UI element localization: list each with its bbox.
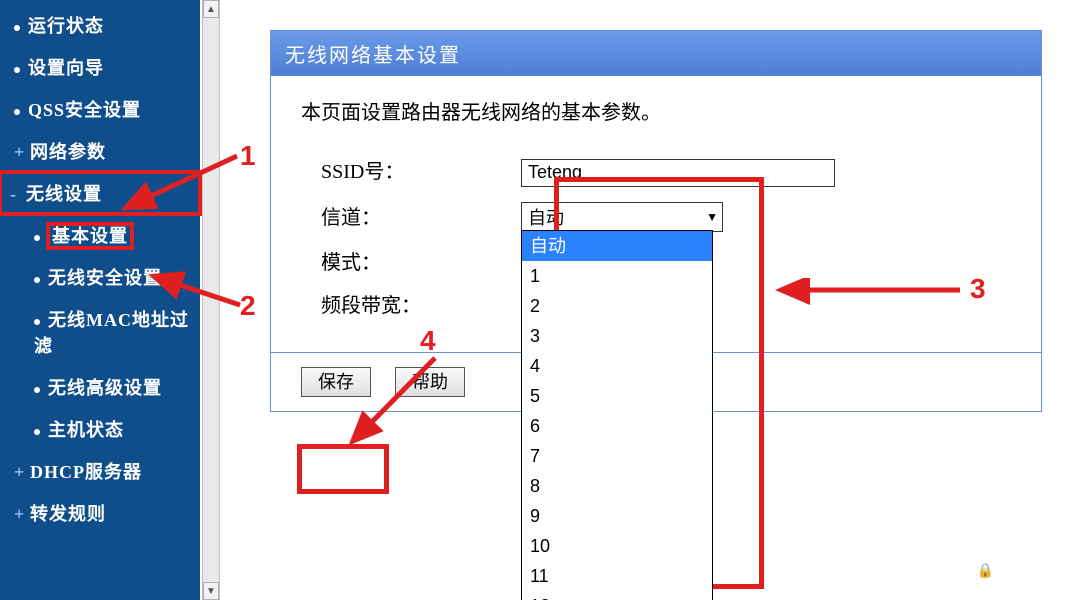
- channel-label: 信道：: [321, 201, 521, 230]
- bullet-icon: [34, 319, 40, 325]
- sidebar-sub-advanced[interactable]: 无线高级设置: [0, 366, 200, 408]
- channel-option-7[interactable]: 7: [522, 441, 712, 471]
- sidebar-scrollbar[interactable]: ▲ ▼: [202, 0, 220, 600]
- sidebar-item-wireless[interactable]: -无线设置: [0, 172, 200, 214]
- channel-option-6[interactable]: 6: [522, 411, 712, 441]
- save-button[interactable]: 保存: [301, 367, 371, 397]
- channel-dropdown-list: 自动 1 2 3 4 5 6 7 8 9 10: [521, 230, 713, 600]
- sidebar-label: 基本设置: [48, 224, 132, 248]
- watermark-text: 路由器: [1007, 550, 1070, 579]
- sidebar-label: 主机状态: [48, 420, 124, 440]
- sidebar-item-status[interactable]: 运行状态: [0, 4, 200, 46]
- channel-option-9[interactable]: 9: [522, 501, 712, 531]
- channel-option-1[interactable]: 1: [522, 261, 712, 291]
- chevron-down-icon: ▼: [706, 210, 718, 224]
- channel-option-11[interactable]: 11: [522, 561, 712, 591]
- sidebar-label: 运行状态: [28, 16, 104, 36]
- channel-option-4[interactable]: 4: [522, 351, 712, 381]
- sidebar-sub-basic[interactable]: 基本设置: [0, 214, 200, 256]
- plus-icon: +: [14, 462, 24, 483]
- bullet-icon: [34, 429, 40, 435]
- sidebar-sub-macfilter[interactable]: 无线MAC地址过滤: [0, 298, 200, 366]
- sidebar-label: DHCP服务器: [30, 462, 142, 482]
- bullet-icon: [14, 25, 20, 31]
- sidebar-item-forward[interactable]: + 转发规则: [0, 492, 200, 534]
- panel-title: 无线网络基本设置: [271, 31, 1041, 76]
- sidebar-label: 无线安全设置: [48, 268, 162, 288]
- bullet-icon: [34, 277, 40, 283]
- sidebar-item-dhcp[interactable]: + DHCP服务器: [0, 450, 200, 492]
- ssid-label: SSID号：: [321, 155, 521, 184]
- bullet-icon: [14, 67, 20, 73]
- plus-icon: +: [14, 504, 24, 525]
- channel-option-2[interactable]: 2: [522, 291, 712, 321]
- channel-option-5[interactable]: 5: [522, 381, 712, 411]
- bullet-icon: [34, 235, 40, 241]
- sidebar-label: 无线MAC地址过滤: [34, 310, 189, 356]
- channel-select[interactable]: 自动 ▼: [521, 202, 723, 232]
- help-button[interactable]: 帮助: [395, 367, 465, 397]
- panel-description: 本页面设置路由器无线网络的基本参数。: [301, 96, 1011, 125]
- watermark-sub: luyouqi.com: [1007, 579, 1070, 590]
- channel-option-auto[interactable]: 自动: [522, 231, 712, 261]
- sidebar-label: 网络参数: [30, 142, 106, 162]
- bullet-icon: [34, 387, 40, 393]
- channel-option-10[interactable]: 10: [522, 531, 712, 561]
- wireless-panel: 无线网络基本设置 本页面设置路由器无线网络的基本参数。 SSID号： 信道： 自…: [270, 30, 1042, 412]
- channel-option-3[interactable]: 3: [522, 321, 712, 351]
- channel-selected-value: 自动: [528, 204, 564, 230]
- channel-option-12[interactable]: 12: [522, 591, 712, 600]
- bandwidth-label: 频段带宽：: [321, 289, 521, 318]
- minus-icon: -: [10, 184, 20, 205]
- mode-label: 模式：: [321, 246, 521, 275]
- scroll-down-icon[interactable]: ▼: [203, 582, 219, 600]
- bullet-icon: [14, 109, 20, 115]
- sidebar-sub-security[interactable]: 无线安全设置: [0, 256, 200, 298]
- channel-option-8[interactable]: 8: [522, 471, 712, 501]
- lock-icon: 🔒: [971, 555, 1001, 585]
- sidebar-label: QSS安全设置: [28, 100, 141, 120]
- sidebar-label: 无线高级设置: [48, 378, 162, 398]
- ssid-input[interactable]: [521, 159, 835, 187]
- sidebar: 运行状态 设置向导 QSS安全设置 + 网络参数 -无线设置 基本设置 无线安全设…: [0, 0, 200, 600]
- sidebar-label: 设置向导: [28, 58, 104, 78]
- sidebar-item-wizard[interactable]: 设置向导: [0, 46, 200, 88]
- sidebar-label: 无线设置: [26, 184, 102, 204]
- watermark: 🔒 路由器 luyouqi.com: [971, 550, 1070, 590]
- sidebar-item-qss[interactable]: QSS安全设置: [0, 88, 200, 130]
- main-area: 无线网络基本设置 本页面设置路由器无线网络的基本参数。 SSID号： 信道： 自…: [220, 0, 1084, 600]
- plus-icon: +: [14, 142, 24, 163]
- sidebar-sub-host[interactable]: 主机状态: [0, 408, 200, 450]
- scroll-up-icon[interactable]: ▲: [203, 0, 219, 18]
- sidebar-label: 转发规则: [30, 504, 106, 524]
- sidebar-item-network[interactable]: + 网络参数: [0, 130, 200, 172]
